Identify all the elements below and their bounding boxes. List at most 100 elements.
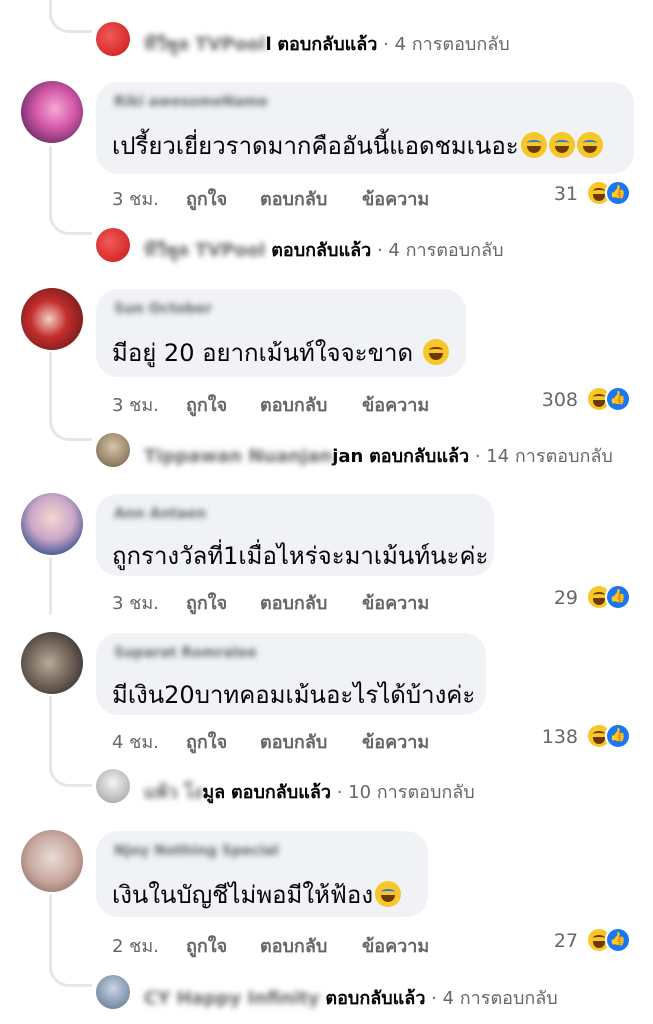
thread-curve <box>49 402 92 441</box>
reply-summary[interactable]: Tippawan Nuanjanjan ตอบกลับแล้ว · 14 การ… <box>144 441 613 470</box>
reply-author[interactable]: ทีวีพูล TVPool <box>144 240 265 261</box>
avatar[interactable] <box>21 632 83 694</box>
like-button[interactable]: ถูกใจ <box>186 588 227 617</box>
like-button[interactable]: ถูกใจ <box>186 931 227 960</box>
comment-bubble[interactable]: Riki awesomeName เปรี้ยวเยี่ยวราดมากคืออ… <box>96 82 634 174</box>
message-button[interactable]: ข้อความ <box>362 588 429 617</box>
thread-curve <box>49 748 92 787</box>
comment-author[interactable]: Ann Antaen <box>114 506 206 522</box>
message-button[interactable]: ข้อความ <box>362 184 429 213</box>
like-icon: 👍 <box>605 386 631 412</box>
reaction-count[interactable]: 138 <box>520 726 578 748</box>
comment-text: มีอยู่ 20 อยากเม้นท์ใจจะขาด <box>112 333 449 372</box>
avatar[interactable] <box>21 288 83 350</box>
reply-count[interactable]: 4 การตอบกลับ <box>388 240 503 261</box>
reply-author[interactable]: Tippawan Nuanjan <box>144 446 332 467</box>
reply-summary[interactable]: ทีวีพูล TVPool ตอบกลับแล้ว · 4 การตอบกลั… <box>144 235 504 264</box>
comment-actions: 3 ชม. ถูกใจ ตอบกลับ ข้อความ <box>112 390 452 416</box>
replied-label: ตอบกลับแล้ว <box>271 240 372 261</box>
message-button[interactable]: ข้อความ <box>362 390 429 419</box>
thread-curve <box>49 0 92 33</box>
reply-author-tail: l <box>265 34 272 55</box>
like-icon: 👍 <box>605 180 631 206</box>
reply-count[interactable]: 4 การตอบกลับ <box>395 34 510 55</box>
comment-author[interactable]: Njoy Nothing Special <box>114 843 279 859</box>
rofl-emoji <box>375 881 402 907</box>
reply-summary[interactable]: แพ้ว โงมูล ตอบกลับแล้ว · 10 การตอบกลับ <box>144 777 475 806</box>
like-button[interactable]: ถูกใจ <box>186 390 227 419</box>
reaction-icons[interactable]: 👍 <box>586 178 632 208</box>
like-button[interactable]: ถูกใจ <box>186 727 227 756</box>
reaction-icons[interactable]: 👍 <box>586 925 632 955</box>
reply-count[interactable]: 4 การตอบกลับ <box>443 988 558 1009</box>
reaction-icons[interactable]: 👍 <box>586 384 632 414</box>
page-avatar[interactable] <box>96 22 130 56</box>
reaction-icons[interactable]: 👍 <box>586 582 632 612</box>
comment-actions: 3 ชม. ถูกใจ ตอบกลับ ข้อความ <box>112 588 452 614</box>
comment-bubble[interactable]: Njoy Nothing Special เงินในบัญชีไม่พอมีใ… <box>96 831 428 917</box>
reply-author-tail: jan <box>332 446 364 467</box>
comment-bubble[interactable]: Ann Antaen ถูกรางวัลที่1เมื่อไหร่จะมาเม้… <box>96 494 494 576</box>
reply-count[interactable]: 14 การตอบกลับ <box>486 446 613 467</box>
like-button[interactable]: ถูกใจ <box>186 184 227 213</box>
thread-line <box>49 557 52 615</box>
reply-button[interactable]: ตอบกลับ <box>260 727 327 756</box>
reply-dot: · <box>371 240 389 261</box>
reaction-count[interactable]: 308 <box>520 389 578 411</box>
comment-text: ถูกรางวัลที่1เมื่อไหร่จะมาเม้นท์นะค่ะ <box>112 542 489 570</box>
reply-dot: · <box>377 34 395 55</box>
reaction-count[interactable]: 29 <box>520 587 578 609</box>
timestamp[interactable]: 4 ชม. <box>112 727 159 756</box>
comment-bubble[interactable]: Suparat Romralee มีเงิน20บาทคอมเม้นอะไรไ… <box>96 633 486 715</box>
comment-author[interactable]: Riki awesomeName <box>114 94 268 110</box>
comment-bubble[interactable]: Sun October มีอยู่ 20 อยากเม้นท์ใจจะขาด <box>96 289 466 377</box>
like-icon: 👍 <box>605 927 631 953</box>
laugh-tears-emoji <box>548 132 575 158</box>
reply-dot: · <box>469 446 487 467</box>
reply-button[interactable]: ตอบกลับ <box>260 588 327 617</box>
laugh-tears-emoji <box>576 132 603 158</box>
comment-text: เปรี้ยวเยี่ยวราดมากคืออันนี้แอดชมเนอะ <box>112 126 603 165</box>
reply-summary-top[interactable]: ทีวีพูล TVPooll ตอบกลับแล้ว · 4 การตอบกล… <box>144 29 510 58</box>
timestamp[interactable]: 3 ชม. <box>112 390 159 419</box>
comment-actions: 2 ชม. ถูกใจ ตอบกลับ ข้อความ <box>112 931 452 957</box>
reply-author[interactable]: CY Happy Infinity <box>144 988 320 1009</box>
timestamp[interactable]: 3 ชม. <box>112 588 159 617</box>
like-icon: 👍 <box>605 723 631 749</box>
laugh-tears-emoji <box>520 132 547 158</box>
replied-label: ตอบกลับแล้ว <box>277 34 378 55</box>
reaction-icons[interactable]: 👍 <box>586 721 632 751</box>
reaction-count[interactable]: 27 <box>520 930 578 952</box>
replied-label: ตอบกลับแล้ว <box>325 988 426 1009</box>
replied-label: ตอบกลับแล้ว <box>230 782 331 803</box>
comment-text: เงินในบัญชีไม่พอมีให้ฟ้อง <box>112 875 402 914</box>
comment-actions: 4 ชม. ถูกใจ ตอบกลับ ข้อความ <box>112 727 452 753</box>
comment-author[interactable]: Sun October <box>114 301 212 317</box>
grin-sweat-emoji <box>422 339 449 365</box>
message-button[interactable]: ข้อความ <box>362 727 429 756</box>
comment-actions: 3 ชม. ถูกใจ ตอบกลับ ข้อความ <box>112 184 452 210</box>
reply-avatar[interactable] <box>96 433 130 467</box>
page-avatar[interactable] <box>96 228 130 262</box>
reply-author[interactable]: แพ้ว โง <box>144 782 202 803</box>
avatar[interactable] <box>21 830 83 892</box>
reply-author[interactable]: ทีวีพูล TVPool <box>144 34 265 55</box>
message-button[interactable]: ข้อความ <box>362 931 429 960</box>
reply-summary[interactable]: CY Happy Infinity ตอบกลับแล้ว · 4 การตอบ… <box>144 983 558 1012</box>
timestamp[interactable]: 2 ชม. <box>112 931 159 960</box>
reply-dot: · <box>425 988 443 1009</box>
reply-avatar[interactable] <box>96 769 130 803</box>
thread-curve <box>49 196 92 235</box>
reply-button[interactable]: ตอบกลับ <box>260 931 327 960</box>
reaction-count[interactable]: 31 <box>520 183 578 205</box>
avatar[interactable] <box>21 81 83 143</box>
reply-dot: · <box>330 782 349 803</box>
reply-button[interactable]: ตอบกลับ <box>260 390 327 419</box>
reply-button[interactable]: ตอบกลับ <box>260 184 327 213</box>
reply-count[interactable]: 10 การตอบกลับ <box>348 782 475 803</box>
avatar[interactable] <box>21 493 83 555</box>
comment-author[interactable]: Suparat Romralee <box>114 645 257 661</box>
timestamp[interactable]: 3 ชม. <box>112 184 159 213</box>
comment-text: มีเงิน20บาทคอมเม้นอะไรได้บ้างค่ะ <box>112 681 476 709</box>
reply-avatar[interactable] <box>96 975 130 1009</box>
